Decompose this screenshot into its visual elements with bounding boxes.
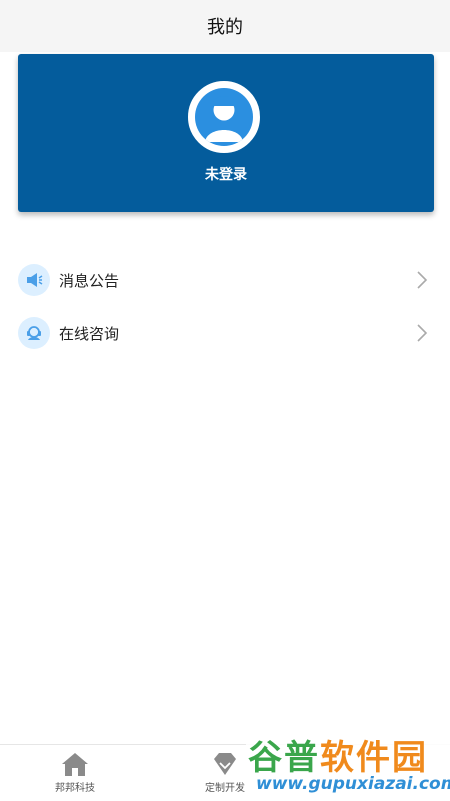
tab-home[interactable]: 邦邦科技 [25,745,125,801]
watermark-brand-suffix: 软件园 [320,738,428,778]
megaphone-icon [18,264,50,296]
diamond-icon [214,753,236,775]
customer-service-icon [18,317,50,349]
home-icon [62,753,88,776]
login-status-label[interactable]: 未登录 [18,164,434,184]
page-title: 我的 [207,17,243,38]
top-nav-bar: 我的 [0,0,450,52]
chevron-right-icon [417,271,428,289]
menu-item-label: 在线咨询 [59,324,120,343]
tab-label: 邦邦科技 [55,783,95,794]
menu-item-online-consult[interactable]: 在线咨询 [0,313,450,353]
user-icon [195,88,253,146]
chevron-right-icon [417,324,428,342]
tab-label: 定制开发 [205,783,245,794]
profile-card[interactable]: 未登录 [18,54,434,212]
watermark-url: www.gupuxiazai.com [256,774,450,794]
avatar[interactable] [188,81,260,153]
menu-item-label: 消息公告 [59,271,120,290]
watermark-brand: 谷普 [248,738,320,778]
watermark-logo: 谷普软件园 www.gupuxiazai.com [246,728,450,800]
menu-item-announcements[interactable]: 消息公告 [0,260,450,300]
